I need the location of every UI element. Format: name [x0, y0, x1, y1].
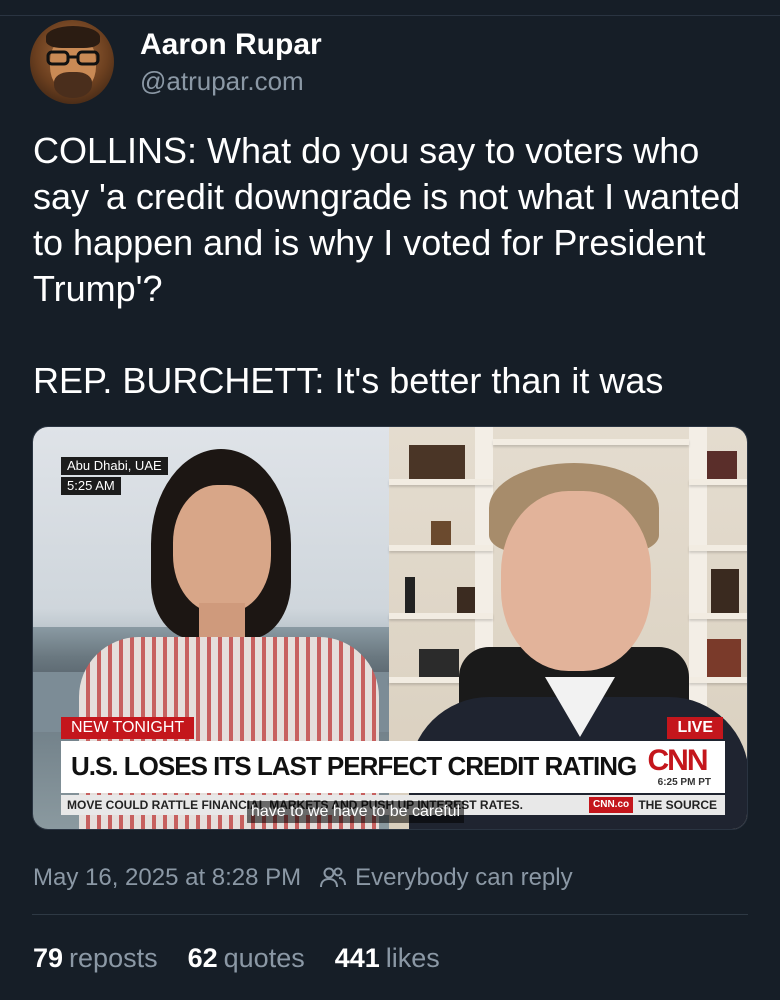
location-label: Abu Dhabi, UAE [61, 457, 168, 475]
author-handle[interactable]: @atrupar.com [140, 64, 322, 98]
cnn-logo: CNN [647, 744, 709, 777]
post-timestamp[interactable]: May 16, 2025 at 8:28 PM [33, 864, 301, 892]
post-stats: 79 reposts 62 quotes 441 likes [33, 940, 470, 976]
chyron-headline: U.S. LOSES ITS LAST PERFECT CREDIT RATIN… [71, 751, 637, 781]
likes-count: 441 [334, 942, 380, 973]
quotes-label: quotes [223, 942, 305, 973]
chyron: U.S. LOSES ITS LAST PERFECT CREDIT RATIN… [61, 741, 725, 793]
cnn-badge: CNN.co [589, 797, 634, 813]
likes-stat[interactable]: 441 likes [335, 943, 440, 974]
glasses-icon [46, 50, 100, 66]
reposts-stat[interactable]: 79 reposts [33, 943, 158, 974]
post-text: COLLINS: What do you say to voters who s… [33, 130, 741, 401]
author-names: Aaron Rupar @atrupar.com [140, 26, 322, 98]
show-name: THE SOURCE [638, 798, 717, 812]
people-icon [320, 867, 347, 888]
quotes-count: 62 [187, 942, 218, 973]
location-box: Abu Dhabi, UAE 5:25 AM [61, 457, 168, 495]
video-caption: have to we have to be careful [247, 801, 465, 823]
avatar[interactable] [30, 20, 114, 104]
new-tonight-tag: NEW TONIGHT [61, 717, 195, 739]
video-player[interactable]: Abu Dhabi, UAE 5:25 AM NEW TONIGHT LIVE [32, 426, 748, 830]
likes-label: likes [385, 942, 440, 973]
post-header: Aaron Rupar @atrupar.com [30, 20, 322, 104]
top-divider [0, 15, 780, 16]
local-time-label: 5:25 AM [61, 477, 121, 495]
author-display-name[interactable]: Aaron Rupar [140, 26, 322, 64]
chyron-tags: NEW TONIGHT LIVE [61, 717, 725, 739]
quotes-stat[interactable]: 62 quotes [188, 943, 305, 974]
reposts-count: 79 [33, 942, 64, 973]
post-meta: May 16, 2025 at 8:28 PM Everybody can re… [33, 860, 573, 896]
live-tag: LIVE [667, 717, 723, 739]
reply-setting[interactable]: Everybody can reply [355, 864, 572, 892]
stats-divider [32, 914, 748, 915]
reposts-label: reposts [69, 942, 158, 973]
broadcast-clock: 6:25 PM PT [657, 777, 711, 788]
